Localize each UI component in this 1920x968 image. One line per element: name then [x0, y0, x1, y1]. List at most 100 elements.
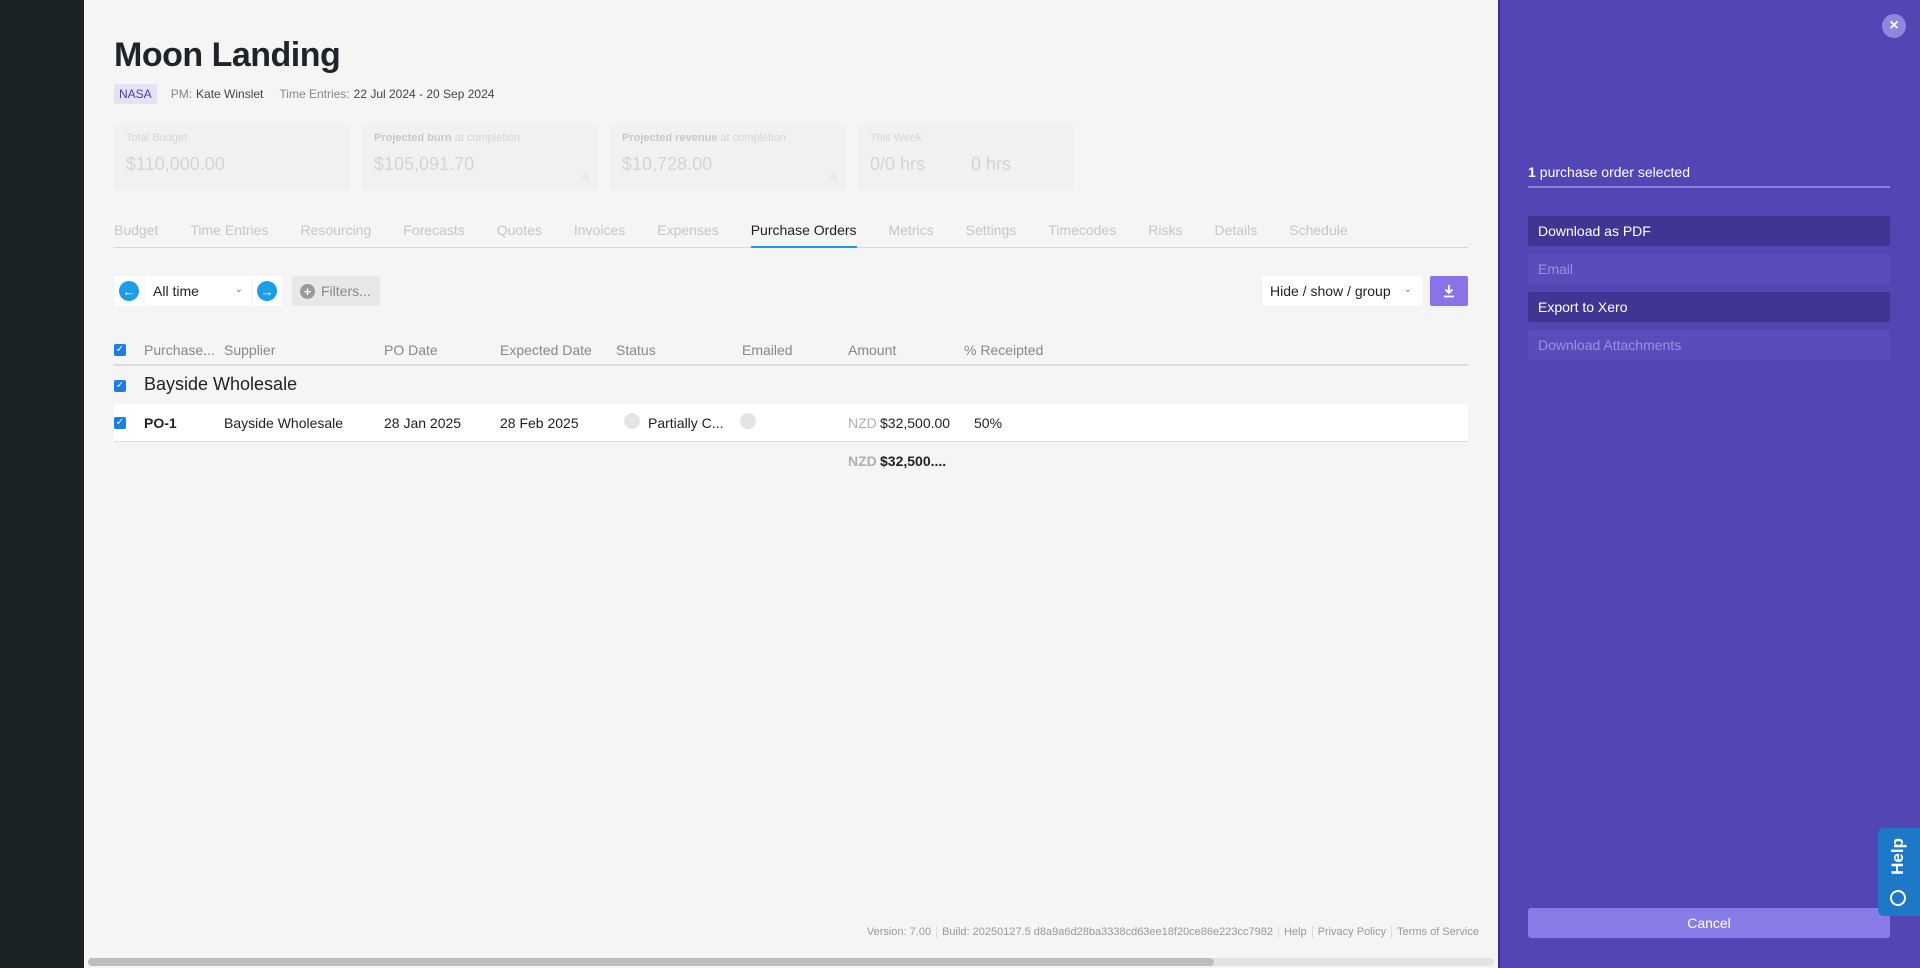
bulk-actions-panel: × 1 purchase order selected Download as P…	[1498, 0, 1920, 968]
group-checkbox[interactable]: ✓	[114, 380, 126, 392]
footer: Version: 7.00 Build: 20250127.5 d8a9a6d2…	[862, 926, 1484, 938]
supplier-cell: Bayside Wholesale	[224, 415, 344, 431]
table-header: ✓ Purchase... Supplier PO Date Expected …	[114, 336, 1468, 366]
export-xero-button[interactable]: Export to Xero	[1528, 292, 1890, 322]
po-date-cell: 28 Jan 2025	[384, 415, 462, 431]
amount-currency: NZD	[848, 415, 877, 431]
version-text: Version: 7.00	[866, 926, 932, 938]
tab-details[interactable]: Details	[1214, 220, 1257, 247]
projected-revenue-card: Projected revenue at completion $10,728.…	[610, 124, 846, 190]
projected-revenue-value: $10,728.00	[622, 154, 713, 174]
download-button[interactable]	[1430, 276, 1468, 306]
filters-label: Filters...	[321, 283, 371, 299]
selected-number: 1	[1528, 164, 1536, 180]
purchase-orders-table: ✓ Purchase... Supplier PO Date Expected …	[114, 336, 1468, 478]
selected-text: purchase order selected	[1539, 164, 1690, 180]
forecast-icon: ◬	[828, 168, 838, 182]
status-indicator	[624, 413, 640, 429]
this-week-hours: 0/0 hrs	[870, 154, 926, 174]
main-content: Moon Landing NASA PM: Kate Winslet Time …	[84, 0, 1498, 968]
emailed-indicator	[740, 413, 756, 429]
horizontal-scrollbar[interactable]	[88, 958, 1494, 966]
total-row: NZD $32,500....	[114, 442, 1468, 478]
tab-timecodes[interactable]: Timecodes	[1048, 220, 1116, 247]
help-tab-label: Help	[1888, 838, 1907, 875]
hide-show-group-label: Hide / show / group	[1270, 283, 1391, 299]
col-expected-date[interactable]: Expected Date	[500, 342, 592, 358]
download-pdf-button[interactable]: Download as PDF	[1528, 216, 1890, 246]
tab-metrics[interactable]: Metrics	[889, 220, 934, 247]
date-range-select[interactable]: All time ⌄	[145, 276, 251, 306]
project-meta: NASA PM: Kate Winslet Time Entries: 22 J…	[114, 84, 510, 104]
scrollbar-thumb[interactable]	[88, 958, 1214, 966]
pm-name: Kate Winslet	[196, 87, 264, 101]
projected-burn-label: Projected burn at completion	[374, 132, 521, 144]
forecast-icon: ◬	[580, 168, 590, 182]
toolbar: ← All time ⌄ → + Filters... Hide / show …	[114, 276, 1468, 306]
tab-expenses[interactable]: Expenses	[657, 220, 718, 247]
select-all-checkbox[interactable]: ✓	[114, 344, 126, 356]
selection-count: 1 purchase order selected	[1528, 164, 1890, 188]
build-text: Build: 20250127.5 d8a9a6d28ba3338cd63ee1…	[936, 926, 1278, 938]
lifebuoy-icon	[1890, 890, 1906, 906]
tab-purchase-orders[interactable]: Purchase Orders	[750, 220, 857, 248]
projected-revenue-label: Projected revenue at completion	[622, 132, 786, 144]
previous-period-button[interactable]: ←	[114, 276, 144, 306]
tab-risks[interactable]: Risks	[1148, 220, 1182, 247]
total-budget-value: $110,000.00	[126, 154, 225, 174]
col-po-date[interactable]: PO Date	[384, 342, 438, 358]
arrow-right-icon: →	[257, 281, 277, 301]
this-week-other-hours: 0 hrs	[971, 154, 1012, 174]
hide-show-group-button[interactable]: Hide / show / group ⌄	[1262, 276, 1422, 306]
tab-time-entries[interactable]: Time Entries	[190, 220, 268, 247]
help-tab[interactable]: Help	[1878, 828, 1920, 916]
chevron-down-icon: ⌄	[1403, 284, 1412, 295]
projected-burn-card: Projected burn at completion $105,091.70…	[362, 124, 598, 190]
filters-button[interactable]: + Filters...	[292, 276, 380, 306]
tab-quotes[interactable]: Quotes	[497, 220, 542, 247]
tab-resourcing[interactable]: Resourcing	[300, 220, 371, 247]
plus-icon: +	[300, 283, 315, 299]
client-badge[interactable]: NASA	[114, 84, 157, 104]
summary-cards: Total Budget $110,000.00 Projected burn …	[114, 124, 1074, 190]
chevron-down-icon: ⌄	[234, 284, 243, 295]
tab-forecasts[interactable]: Forecasts	[403, 220, 464, 247]
tab-invoices[interactable]: Invoices	[574, 220, 625, 247]
group-row: ✓ Bayside Wholesale	[114, 366, 1468, 404]
col-emailed[interactable]: Emailed	[742, 342, 793, 358]
pm-label: PM:	[170, 87, 193, 101]
col-status[interactable]: Status	[616, 342, 656, 358]
next-period-button[interactable]: →	[252, 276, 282, 306]
page-title: Moon Landing	[114, 36, 341, 74]
tab-budget[interactable]: Budget	[114, 220, 158, 247]
left-backdrop	[0, 0, 84, 968]
privacy-link[interactable]: Privacy Policy	[1311, 926, 1391, 938]
row-checkbox[interactable]: ✓	[114, 417, 126, 429]
total-budget-card: Total Budget $110,000.00	[114, 124, 350, 190]
project-tabs: Budget Time Entries Resourcing Forecasts…	[114, 220, 1468, 248]
email-button[interactable]: Email	[1528, 254, 1890, 284]
terms-link[interactable]: Terms of Service	[1391, 926, 1484, 938]
po-number[interactable]: PO-1	[144, 415, 177, 431]
help-link[interactable]: Help	[1277, 926, 1312, 938]
expected-date-cell: 28 Feb 2025	[500, 415, 579, 431]
col-amount[interactable]: Amount	[848, 342, 896, 358]
status-cell: Partially C...	[648, 415, 724, 431]
amount-cell: $32,500.00	[880, 415, 951, 431]
projected-burn-value: $105,091.70	[374, 154, 475, 174]
tab-settings[interactable]: Settings	[966, 220, 1017, 247]
close-icon[interactable]: ×	[1882, 14, 1906, 38]
tab-schedule[interactable]: Schedule	[1289, 220, 1347, 247]
table-row[interactable]: ✓ PO-1 Bayside Wholesale 28 Jan 2025 28 …	[114, 404, 1468, 442]
arrow-left-icon: ←	[119, 281, 139, 301]
col-supplier[interactable]: Supplier	[224, 342, 275, 358]
download-icon	[1444, 285, 1454, 298]
download-attachments-button[interactable]: Download Attachments	[1528, 330, 1890, 360]
col-receipted[interactable]: % Receipted	[964, 342, 1043, 358]
time-entries-range: 22 Jul 2024 - 20 Sep 2024	[353, 87, 495, 101]
col-purchase[interactable]: Purchase...	[144, 342, 215, 358]
total-budget-label: Total Budget	[126, 132, 188, 144]
group-name: Bayside Wholesale	[144, 374, 298, 394]
date-range-value: All time	[153, 283, 199, 299]
cancel-button[interactable]: Cancel	[1528, 908, 1890, 938]
